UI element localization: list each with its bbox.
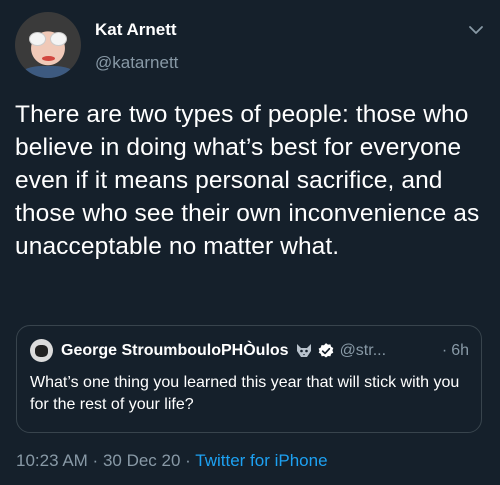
quoted-timestamp[interactable]: 6h: [451, 342, 469, 360]
quoted-tweet-text: What’s one thing you learned this year t…: [30, 374, 460, 413]
verified-badge-icon: [318, 343, 333, 358]
avatar[interactable]: [15, 12, 81, 78]
quoted-tweet-card[interactable]: George StroumbouloPHÒulos @str... · 6h W…: [16, 325, 482, 433]
quoted-display-name[interactable]: George StroumbouloPHÒulos: [61, 342, 289, 360]
quoted-separator: ·: [441, 342, 448, 359]
wolf-emoji-icon: [296, 344, 311, 357]
chevron-down-icon[interactable]: [468, 24, 484, 36]
quoted-handle[interactable]: @str...: [340, 342, 386, 360]
tweet-text: There are two types of people: those who…: [15, 101, 480, 260]
quoted-tweet-header: George StroumbouloPHÒulos @str... · 6h: [61, 340, 469, 362]
author-display-name[interactable]: Kat Arnett: [95, 20, 177, 40]
avatar-shirt: [21, 66, 75, 78]
avatar-lips: [42, 56, 55, 61]
tweet-source-link[interactable]: Twitter for iPhone: [195, 451, 327, 470]
avatar-sunglasses: [29, 32, 67, 46]
meta-separator: ·: [180, 451, 196, 470]
meta-separator: ·: [87, 451, 103, 470]
tweet-meta: 10:23 AM · 30 Dec 20 · Twitter for iPhon…: [16, 451, 328, 471]
author-handle[interactable]: @katarnett: [95, 53, 178, 73]
tweet-date[interactable]: 30 Dec 20: [103, 451, 181, 470]
quoted-avatar[interactable]: [30, 339, 53, 362]
tweet-time[interactable]: 10:23 AM: [16, 451, 88, 470]
